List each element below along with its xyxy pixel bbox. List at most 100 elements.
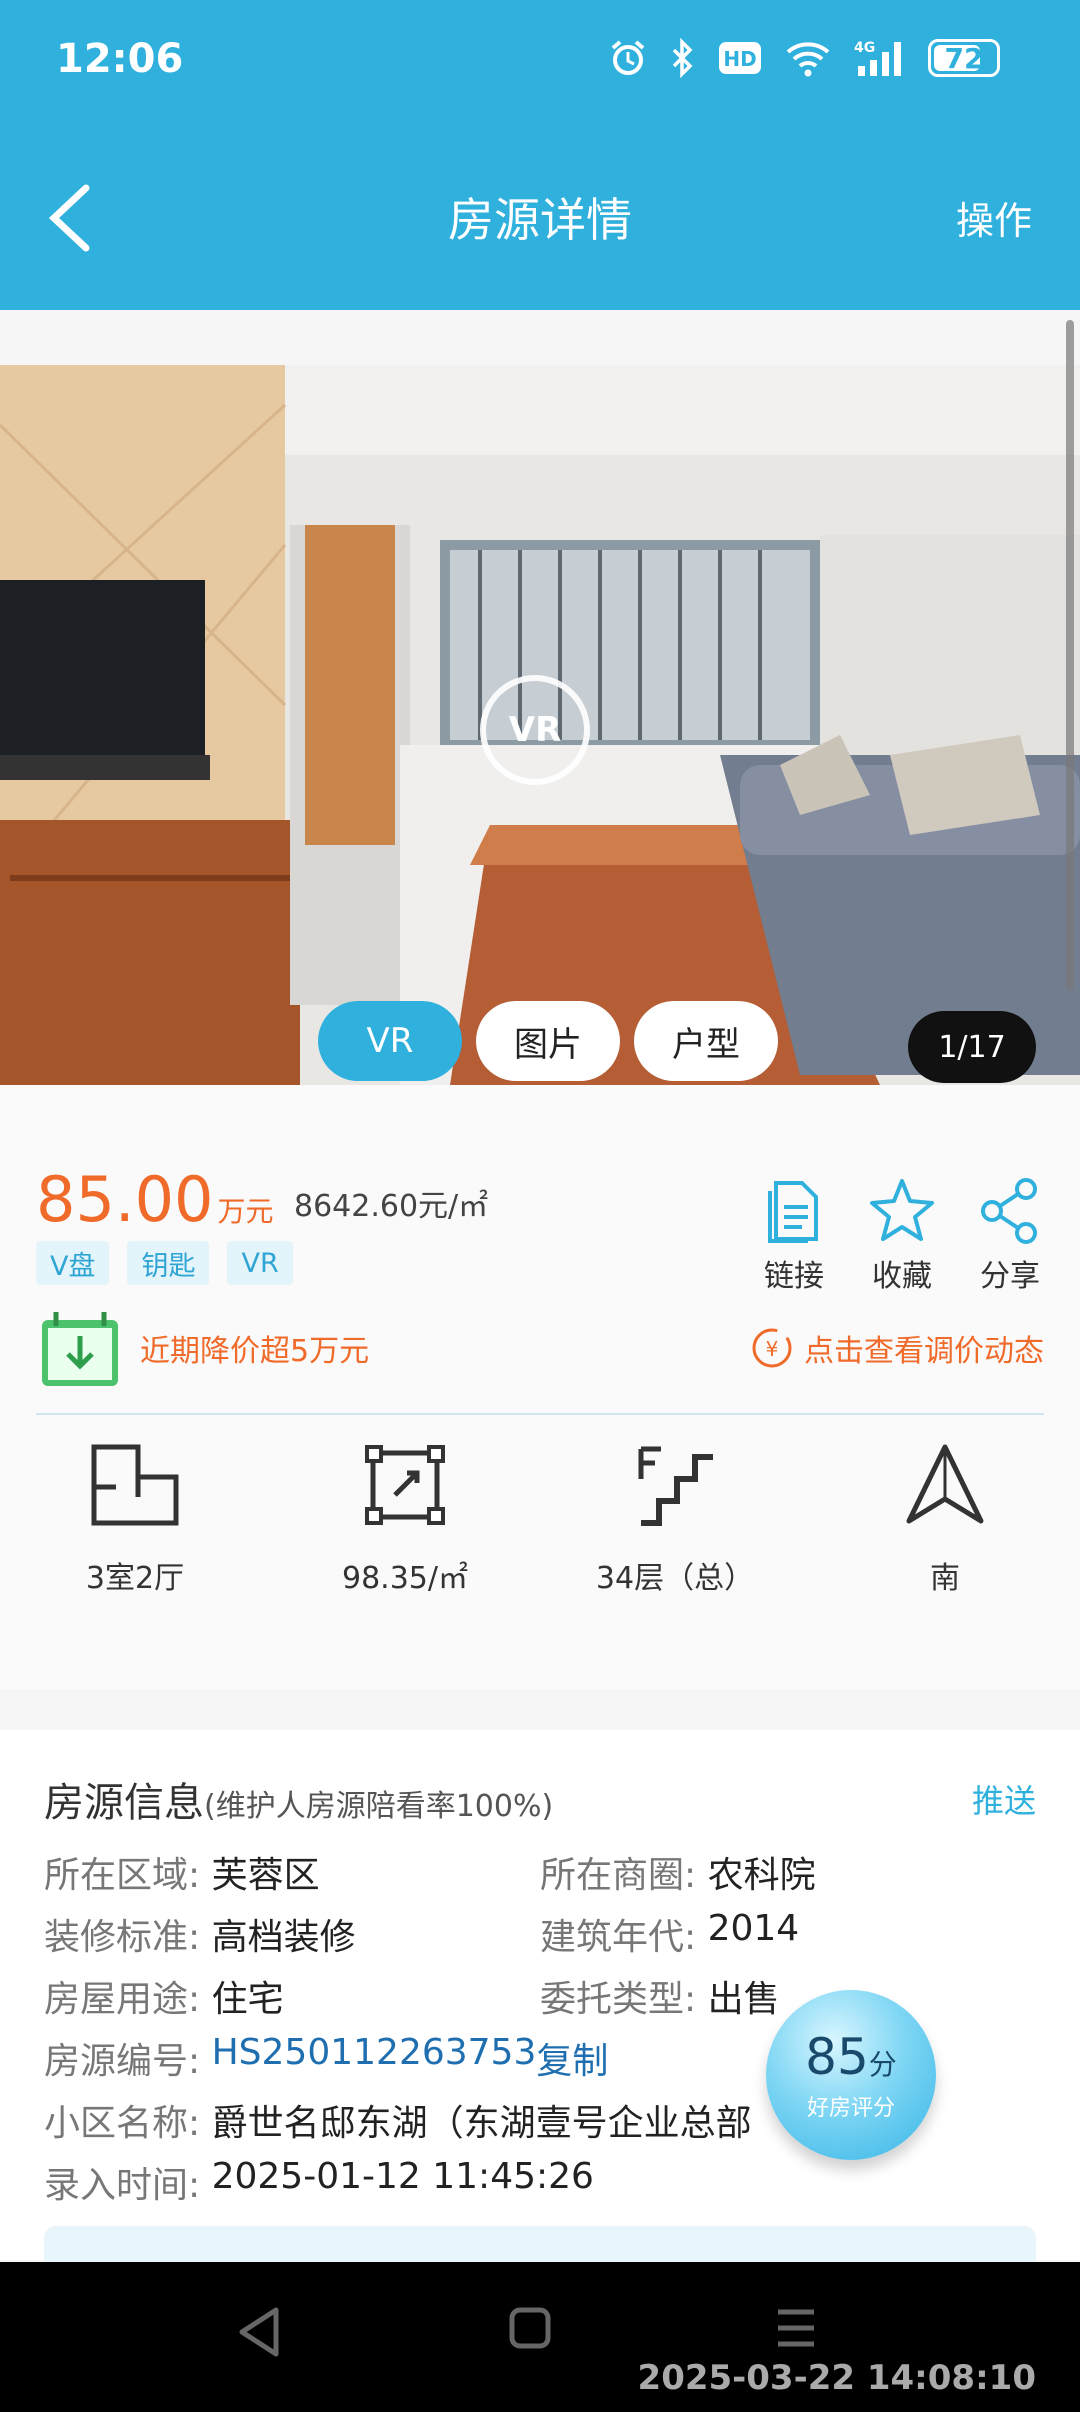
field-value: 高档装修: [211, 1917, 356, 1958]
info-row: 装修标准: 高档装修: [44, 1908, 356, 1960]
favorite-button[interactable]: 收藏: [862, 1175, 942, 1295]
screenshot-timestamp: 2025-03-22 14:08:10: [637, 2358, 1036, 2398]
link-label: 链接: [764, 1259, 824, 1294]
field-value: 出售: [707, 1979, 780, 2020]
spec-floor: 34层（总）: [540, 1435, 810, 1597]
tag-item: VR: [227, 1241, 293, 1285]
listing-code: HS250112263753: [211, 2032, 537, 2073]
divider: [36, 1413, 1044, 1415]
triangle-back-icon: [239, 2307, 279, 2357]
field-label: 所在商圈:: [540, 1855, 697, 1896]
info-header: 房源信息 (维护人房源陪看率100%): [44, 1770, 553, 1828]
field-value: 农科院: [707, 1855, 816, 1896]
page-title: 房源详情: [448, 193, 632, 247]
tag-item: 钥匙: [127, 1241, 210, 1285]
field-label: 房屋用途:: [44, 1979, 201, 2020]
info-row-entry: 录入时间: 2025-01-12 11:45:26: [44, 2156, 594, 2208]
price-history-text: 点击查看调价动态: [804, 1334, 1044, 1369]
spec-layout-label: 3室2厅: [85, 1561, 185, 1596]
info-title: 房源信息: [44, 1780, 204, 1826]
field-value: 芙蓉区: [211, 1855, 320, 1896]
total-price: 85.00 万元: [36, 1163, 274, 1236]
field-label: 建筑年代:: [540, 1917, 697, 1958]
menu-icon: [778, 2309, 814, 2347]
tag-list: V盘 钥匙 VR: [36, 1241, 293, 1285]
score-value: 85: [805, 2028, 869, 2086]
favorite-label: 收藏: [872, 1259, 932, 1294]
vr-play-button[interactable]: VR: [480, 675, 590, 785]
calendar-down-icon: [42, 1312, 118, 1386]
tab-floorplan[interactable]: 户型: [634, 1001, 778, 1081]
status-time: 12:06: [56, 36, 184, 82]
spec-area-label: 98.35/㎡: [342, 1561, 468, 1596]
svg-text:¥: ¥: [766, 1337, 779, 1361]
price-drop-notice: 近期降价超5万元: [36, 1303, 369, 1393]
tab-vr[interactable]: VR: [318, 1001, 462, 1081]
status-icons: HD 4G 72: [608, 38, 1000, 78]
spec-area: 98.35/㎡: [270, 1435, 540, 1597]
score-unit: 分: [868, 2048, 897, 2081]
tag-item: V盘: [36, 1241, 110, 1285]
spec-list: 3室2厅 98.35/㎡ 34层（总） 南: [0, 1435, 1080, 1597]
push-button[interactable]: 推送: [972, 1776, 1036, 1822]
price-history-link[interactable]: ¥ 点击查看调价动态: [750, 1303, 1044, 1393]
app-header: 12:06 HD 4G 72 房源详情 操作: [0, 0, 1080, 310]
floorplan-icon: [91, 1444, 179, 1526]
price-unit: 万元: [217, 1195, 274, 1228]
score-label: 好房评分: [806, 2096, 895, 2121]
share-label: 分享: [980, 1259, 1040, 1294]
stairs-icon: [638, 1446, 713, 1526]
share-button[interactable]: 分享: [970, 1175, 1050, 1295]
field-label: 房源编号:: [44, 2041, 201, 2082]
community-name[interactable]: 爵世名邸东湖（东湖壹号企业总部: [212, 2094, 752, 2146]
hd-icon: HD: [718, 38, 762, 78]
score-value-wrap: 85分: [805, 2028, 897, 2086]
spec-orientation: 南: [810, 1435, 1080, 1597]
field-label: 录入时间:: [44, 2165, 201, 2206]
bluetooth-icon: [670, 38, 696, 78]
spec-floor-label: 34层（总）: [595, 1561, 755, 1596]
spec-layout: 3室2厅: [0, 1435, 270, 1597]
copy-button[interactable]: 复制: [536, 2032, 608, 2084]
square-home-icon: [509, 2307, 551, 2349]
unit-price: 8642.60元/㎡: [294, 1189, 489, 1224]
house-score-bubble[interactable]: 85分 好房评分: [766, 1990, 936, 2160]
info-row-code: 房源编号: HS250112263753 复制: [44, 2032, 608, 2084]
status-bar: 12:06 HD 4G 72: [0, 0, 1080, 120]
battery-level: 72: [944, 41, 984, 75]
photo-gallery[interactable]: VR VR 图片 户型 1/17: [0, 365, 1080, 1085]
scrollbar[interactable]: [1066, 320, 1074, 990]
field-value: 住宅: [211, 1979, 284, 2020]
info-row: 委托类型: 出售: [540, 1970, 780, 2022]
nav-bar: 房源详情 操作: [0, 150, 1080, 280]
document-icon: [768, 1181, 818, 1243]
field-value: 2014: [707, 1908, 800, 1949]
tab-photos[interactable]: 图片: [476, 1001, 620, 1081]
info-row: 房屋用途: 住宅: [44, 1970, 284, 2022]
svg-text:4G: 4G: [854, 40, 875, 56]
field-label: 委托类型:: [540, 1979, 697, 2020]
field-label: 所在区域:: [44, 1855, 201, 1896]
svg-text:HD: HD: [723, 47, 756, 71]
alarm-icon: [608, 38, 648, 78]
info-row: 所在区域: 芙蓉区: [44, 1846, 320, 1898]
action-buttons: 链接 收藏 分享: [754, 1175, 1050, 1295]
nav-home-button[interactable]: [508, 2306, 552, 2354]
yuan-clock-icon: ¥: [752, 1328, 792, 1368]
info-subtitle: (维护人房源陪看率100%): [204, 1789, 554, 1824]
entry-time: 2025-01-12 11:45:26: [211, 2156, 594, 2197]
info-row: 所在商圈: 农科院: [540, 1846, 816, 1898]
listing-info-section: 房源信息 (维护人房源陪看率100%) 推送 所在区域: 芙蓉区 所在商圈: 农…: [0, 1730, 1080, 2266]
spec-orientation-label: 南: [930, 1561, 960, 1596]
area-icon: [365, 1445, 445, 1525]
field-label: 装修标准:: [44, 1917, 201, 1958]
price-section: 85.00 万元 8642.60元/㎡ V盘 钥匙 VR 链接 收藏 分享 近期…: [0, 1085, 1080, 1689]
info-row-community: 小区名称: 爵世名邸东湖（东湖壹号企业总部: [44, 2094, 752, 2146]
nav-menu-button[interactable]: [774, 2306, 818, 2354]
next-card-edge: [44, 2226, 1036, 2266]
link-button[interactable]: 链接: [754, 1175, 834, 1295]
operate-button[interactable]: 操作: [956, 190, 1032, 245]
nav-back-button[interactable]: [236, 2306, 282, 2362]
direction-icon: [906, 1444, 984, 1524]
star-icon: [870, 1179, 934, 1241]
